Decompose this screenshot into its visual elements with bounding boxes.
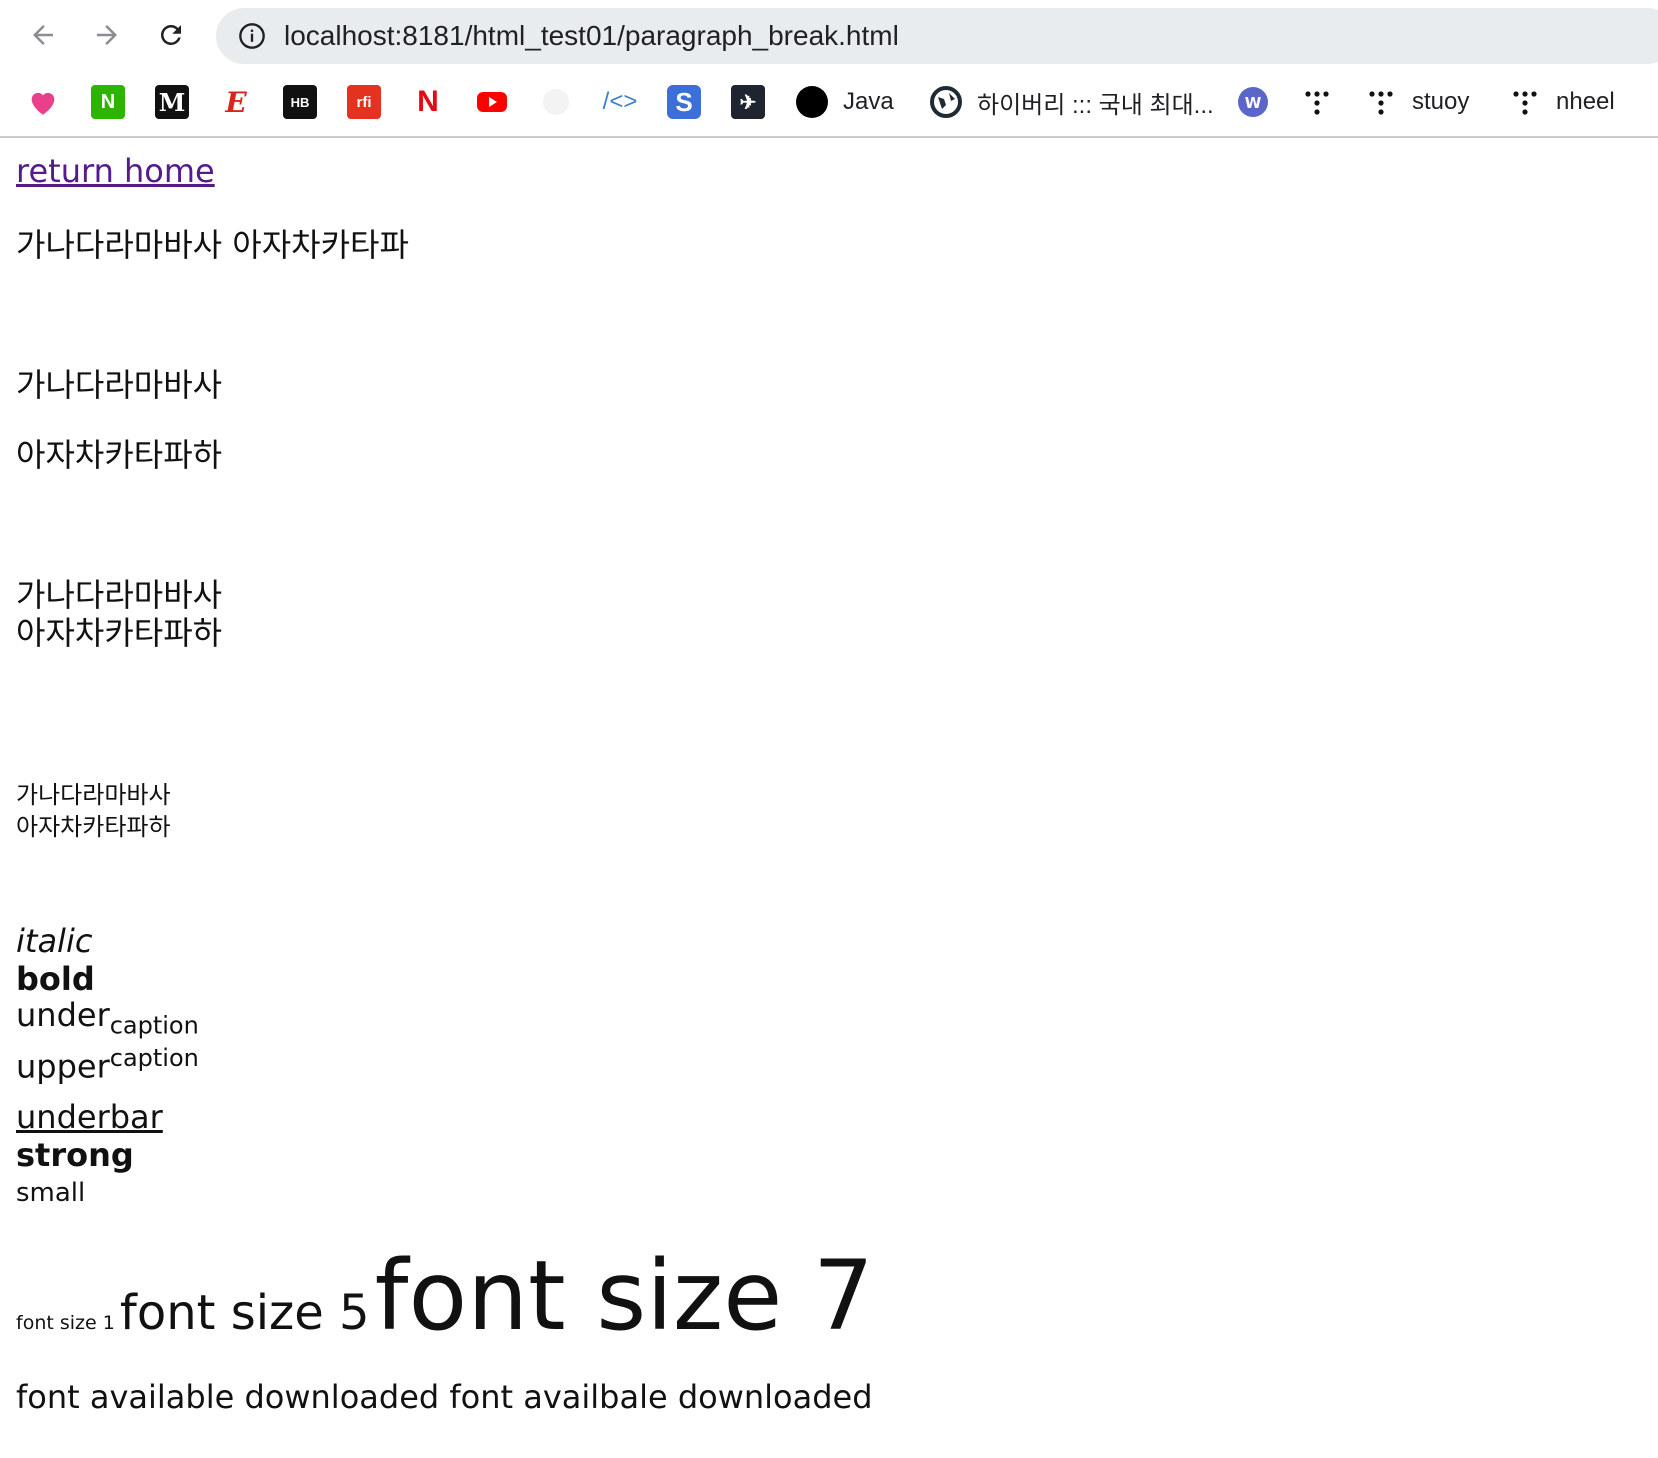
font-size-5-text: font size 5 (119, 1285, 370, 1341)
bookmark-youtube[interactable] (475, 82, 509, 122)
downloaded-font-text: font available downloaded font availbale… (16, 1378, 873, 1416)
upper-text: upper (16, 1047, 110, 1086)
forward-button[interactable] (84, 12, 130, 58)
dots-icon (1508, 85, 1542, 119)
back-button[interactable] (20, 12, 66, 58)
small-line-a: 가나다라마바사 (16, 781, 171, 809)
url-text[interactable]: localhost:8181/html_test01/paragraph_bre… (284, 20, 899, 52)
w-icon: W (1236, 85, 1270, 119)
heart-icon (26, 85, 60, 119)
bookmark-s[interactable]: S (667, 82, 701, 122)
bookmark-label: stuoy (1412, 88, 1470, 115)
small-line-b: 아자차카타파하 (16, 813, 171, 841)
bookmark-heart[interactable] (26, 82, 60, 122)
reload-button[interactable] (148, 12, 194, 58)
superscript-text: caption (109, 1044, 199, 1072)
paragraph-a: 가나다라마바사 (16, 366, 223, 404)
bookmark-rfi[interactable]: rfi (347, 82, 381, 122)
code-icon: /<> (602, 88, 638, 115)
m-icon: M (155, 85, 189, 119)
reload-icon (161, 24, 181, 45)
small-text: small (16, 1178, 86, 1208)
strong-text: strong (16, 1136, 134, 1174)
bird-icon: ✈ (731, 85, 765, 119)
circle-icon (795, 85, 829, 119)
github-icon (539, 85, 573, 119)
bookmark-label: Java (843, 88, 894, 115)
bookmark-n[interactable]: N (91, 82, 125, 122)
svg-text:W: W (1245, 94, 1262, 112)
forward-arrow-icon (97, 25, 117, 45)
return-home-link[interactable]: return home (16, 152, 215, 190)
font-size-line: font size 1 font size 5 font size 7 (16, 1248, 874, 1344)
bold-text: bold (16, 960, 95, 998)
bookmark-label: 하이버리 ::: 국내 최대... (977, 91, 1214, 119)
e-icon: E (225, 85, 247, 119)
under-text: under (16, 996, 110, 1034)
globe-icon (929, 85, 963, 119)
bookmark-stuoy[interactable]: stuoy (1364, 82, 1469, 122)
youtube-icon (475, 85, 509, 119)
bookmark-dots-1[interactable] (1300, 82, 1334, 122)
paragraph-b: 아자차카타파하 (16, 436, 223, 474)
dots-icon (1300, 85, 1334, 119)
bookmark-label: nheel (1556, 88, 1615, 115)
page-content: return home 가나다라마바사 아자차카타파 가나다라마바사 아자차카타… (0, 138, 1658, 1458)
subscript-text: caption (109, 1011, 199, 1040)
hb-icon: HB (283, 85, 317, 119)
bookmark-github[interactable] (539, 82, 573, 122)
bookmark-java[interactable]: Java (795, 82, 894, 122)
bookmarks-bar: N M E HB rfi N /<> S ✈ Java 하이버리::: 국내 … (0, 70, 1658, 138)
font-size-7-text: font size 7 (374, 1240, 874, 1352)
superscript-line: uppercaption (16, 1044, 199, 1086)
bookmark-bird[interactable]: ✈ (731, 82, 765, 122)
s-icon: S (667, 85, 701, 119)
address-bar[interactable]: localhost:8181/html_test01/paragraph_bre… (216, 8, 1658, 64)
bookmark-e[interactable]: E (219, 82, 253, 122)
subscript-line: undercaption (16, 996, 199, 1039)
n-icon: N (91, 85, 125, 119)
bookmark-highbury[interactable]: 하이버리 ::: 국내 최대... (929, 82, 1214, 122)
site-info-icon[interactable] (238, 22, 266, 50)
font-size-1-text: font size 1 (16, 1312, 115, 1334)
bookmark-hb[interactable]: HB (283, 82, 317, 122)
underbar-text: underbar (16, 1098, 163, 1136)
bookmark-w[interactable]: W (1236, 82, 1270, 122)
italic-text: italic (16, 922, 93, 960)
browser-toolbar: localhost:8181/html_test01/paragraph_bre… (0, 0, 1658, 70)
bookmark-nheel[interactable]: nheel (1508, 82, 1615, 122)
bookmark-m[interactable]: M (155, 82, 189, 122)
bookmark-netflix[interactable]: N (411, 82, 445, 122)
netflix-icon: N (417, 85, 439, 118)
break-line-b: 아자차카타파하 (16, 614, 223, 652)
paragraph-line-1: 가나다라마바사 아자차카타파 (16, 226, 409, 264)
bookmark-code[interactable]: /<> (602, 82, 638, 122)
dots-icon (1364, 85, 1398, 119)
rfi-icon: rfi (347, 85, 381, 119)
back-arrow-icon (33, 25, 53, 45)
